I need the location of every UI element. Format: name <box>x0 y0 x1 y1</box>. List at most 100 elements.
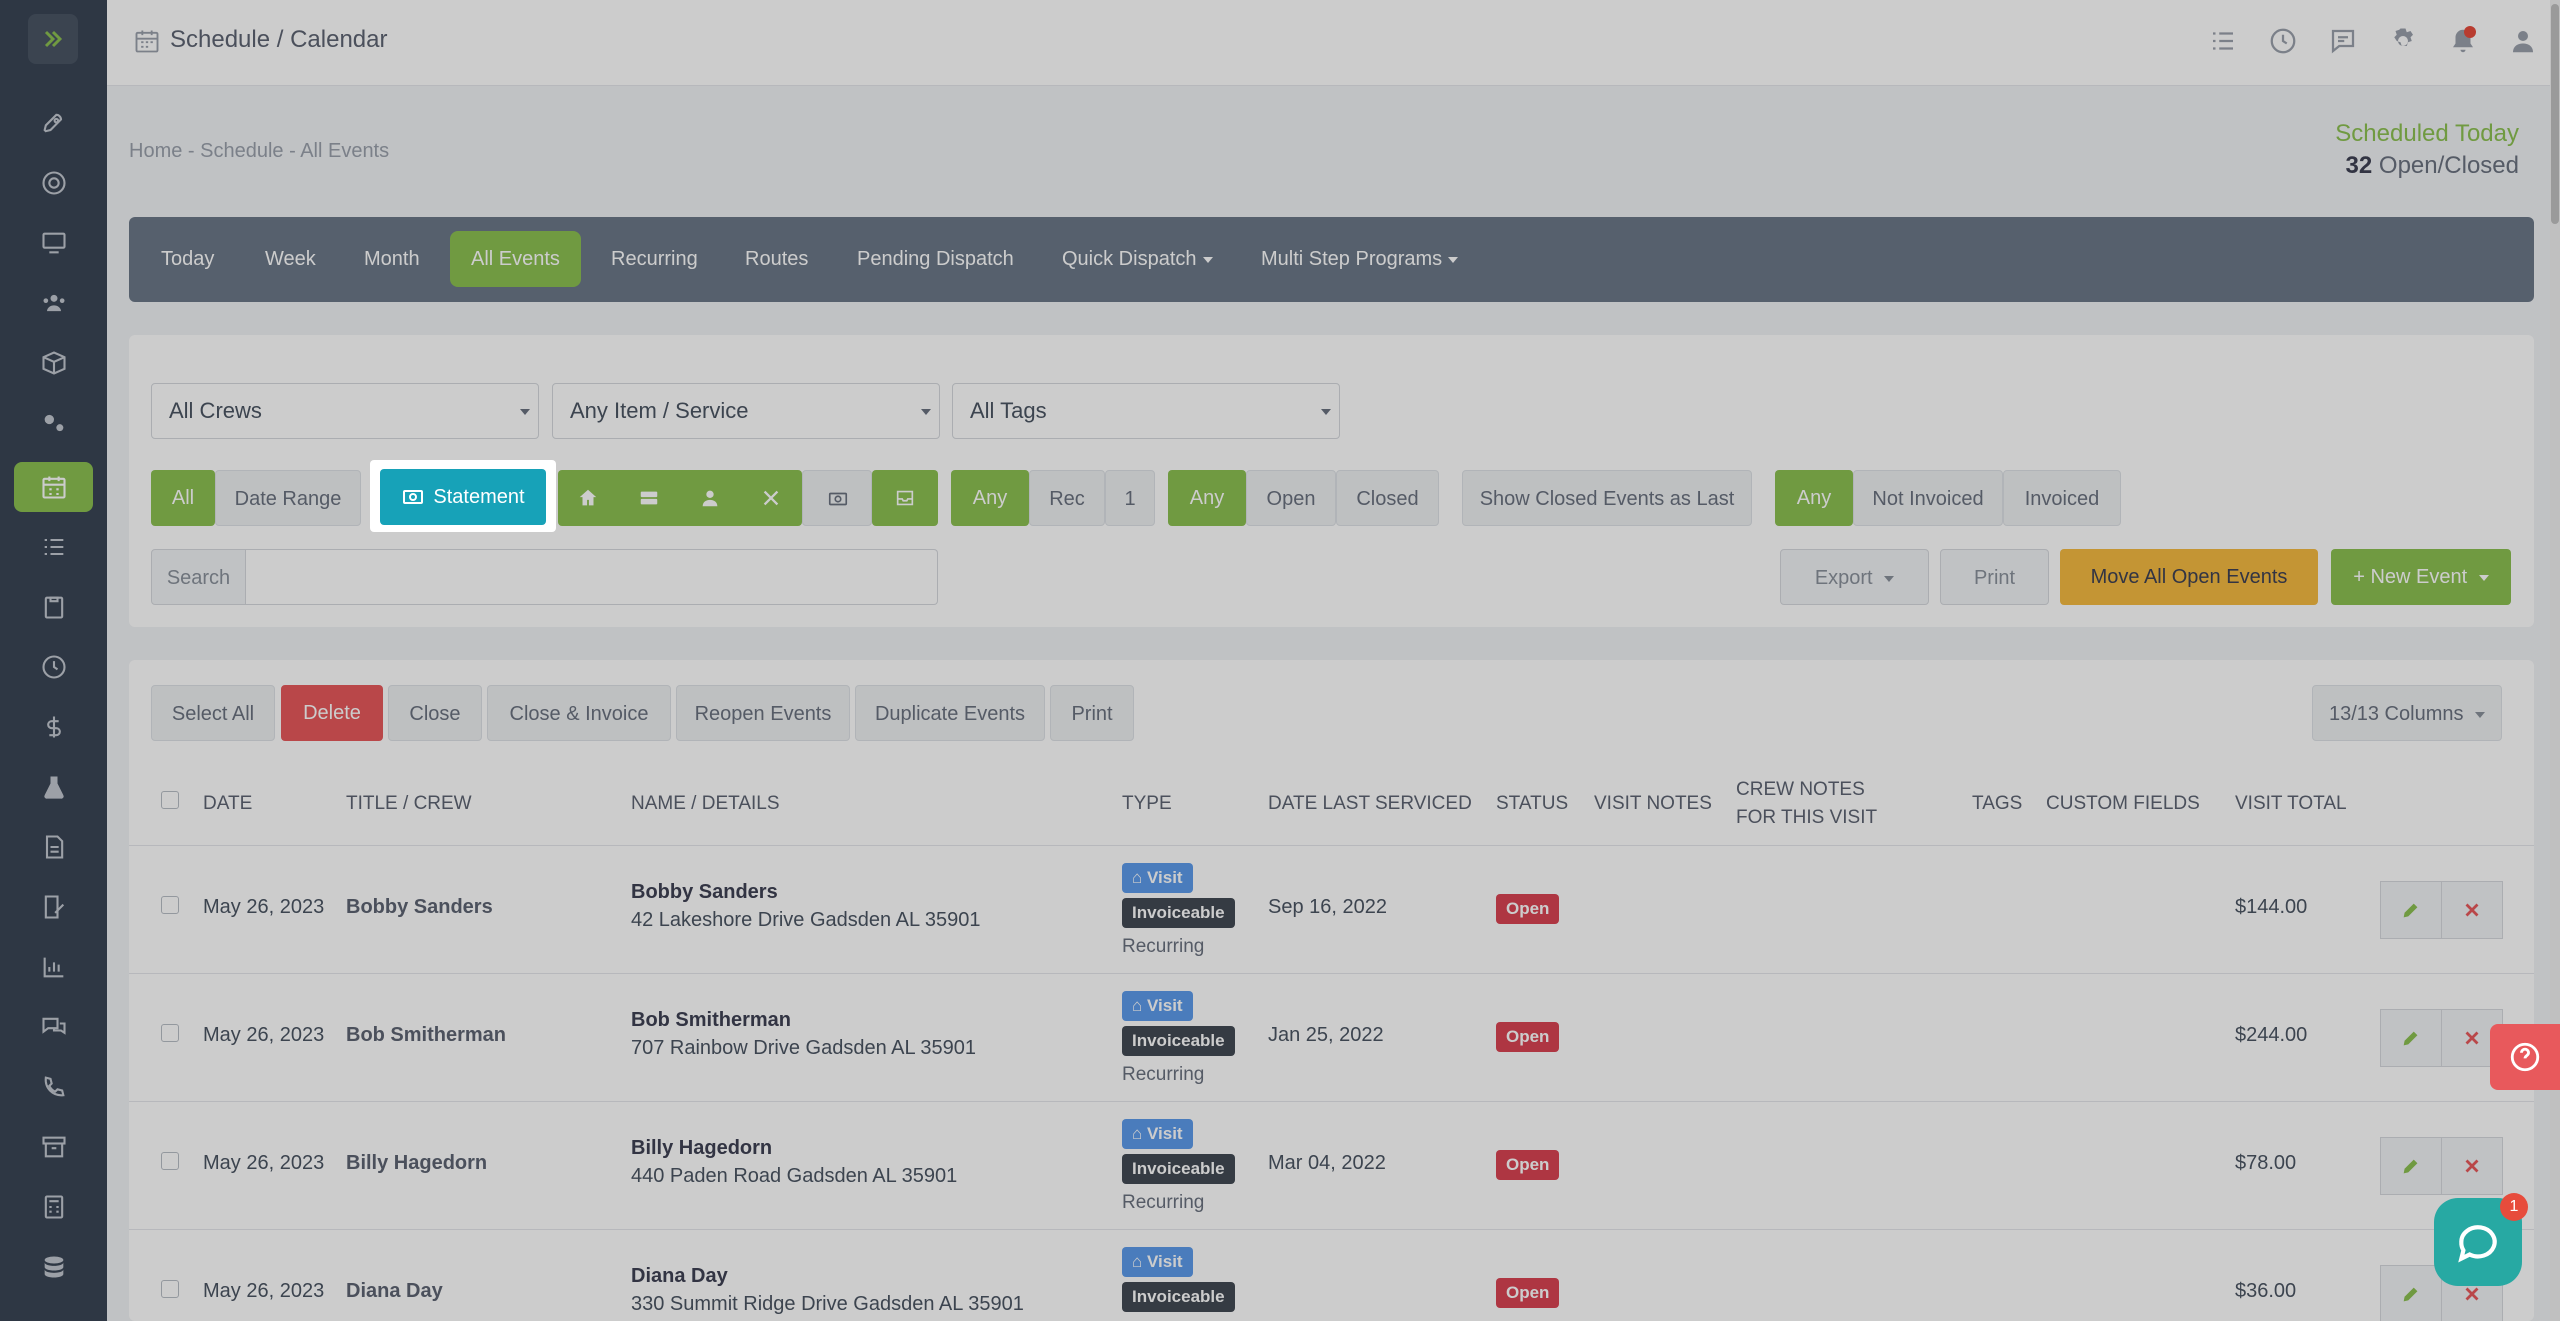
table-row[interactable]: May 26, 2023 Billy Hagedorn Billy Hagedo… <box>129 1101 2534 1229</box>
flask-icon[interactable] <box>14 762 93 812</box>
header-visit-total[interactable]: VISIT TOTAL <box>2235 790 2347 818</box>
rocket-icon[interactable] <box>14 98 93 148</box>
close-button[interactable]: Close <box>388 685 482 741</box>
row-crew[interactable]: Bobby Sanders <box>346 896 493 919</box>
status-closed-button[interactable]: Closed <box>1336 470 1439 526</box>
row-checkbox[interactable] <box>161 896 179 914</box>
rec-one-button[interactable]: 1 <box>1105 470 1155 526</box>
select-all-button[interactable]: Select All <box>151 685 275 741</box>
home-icon[interactable] <box>558 470 618 526</box>
database-icon[interactable] <box>14 1242 93 1292</box>
edit-button[interactable] <box>2380 1009 2442 1067</box>
calendar-icon[interactable] <box>14 462 93 512</box>
row-crew[interactable]: Diana Day <box>346 1280 443 1303</box>
not-invoiced-button[interactable]: Not Invoiced <box>1853 470 2003 526</box>
row-name[interactable]: Bobby Sanders <box>631 881 778 904</box>
status-any-button[interactable]: Any <box>1168 470 1246 526</box>
delete-row-button[interactable] <box>2441 1137 2503 1195</box>
status-open-button[interactable]: Open <box>1246 470 1336 526</box>
row-name[interactable]: Bob Smitherman <box>631 1009 791 1032</box>
tab-week[interactable]: Week <box>244 231 337 287</box>
delete-row-button[interactable] <box>2441 881 2503 939</box>
user-icon[interactable] <box>2508 26 2538 56</box>
gears-icon[interactable] <box>14 398 93 448</box>
item-service-select[interactable]: Any Item / Service <box>552 383 940 439</box>
monitor-icon[interactable] <box>14 218 93 268</box>
message-icon[interactable] <box>2328 26 2358 56</box>
header-tags[interactable]: TAGS <box>1972 790 2022 818</box>
tab-recurring[interactable]: Recurring <box>590 231 719 287</box>
show-closed-last-button[interactable]: Show Closed Events as Last <box>1462 470 1752 526</box>
checklist-icon[interactable] <box>14 522 93 572</box>
sign-document-icon[interactable] <box>14 882 93 932</box>
document-icon[interactable] <box>14 822 93 872</box>
calculator-icon[interactable] <box>14 1182 93 1232</box>
row-name[interactable]: Billy Hagedorn <box>631 1137 772 1160</box>
clock-icon[interactable] <box>14 642 93 692</box>
users-icon[interactable] <box>14 278 93 328</box>
invoice-any-button[interactable]: Any <box>1775 470 1853 526</box>
box-icon[interactable] <box>14 338 93 388</box>
date-range-button[interactable]: Date Range <box>215 470 361 526</box>
clipboard-icon[interactable] <box>14 582 93 632</box>
header-date-last-serviced[interactable]: DATE LAST SERVICED <box>1268 790 1472 818</box>
row-name[interactable]: Diana Day <box>631 1265 728 1288</box>
columns-button[interactable]: 13/13 Columns <box>2312 685 2502 741</box>
crews-select[interactable]: All Crews <box>151 383 539 439</box>
row-crew[interactable]: Bob Smitherman <box>346 1024 506 1047</box>
tools-icon[interactable] <box>741 470 801 526</box>
delete-button[interactable]: Delete <box>281 685 383 741</box>
sidebar-toggle-icon[interactable] <box>28 14 78 64</box>
history-icon[interactable] <box>2268 26 2298 56</box>
table-row[interactable]: May 26, 2023 Diana Day Diana Day 330 Sum… <box>129 1229 2534 1321</box>
tags-select[interactable]: All Tags <box>952 383 1340 439</box>
dollar-icon[interactable] <box>14 702 93 752</box>
close-invoice-button[interactable]: Close & Invoice <box>487 685 671 741</box>
print-filter-button[interactable]: Print <box>1940 549 2049 605</box>
header-name-details[interactable]: NAME / DETAILS <box>631 790 780 818</box>
scroll-thumb[interactable] <box>2551 4 2559 224</box>
inbox-filter-button[interactable] <box>872 470 938 526</box>
tab-pending-dispatch[interactable]: Pending Dispatch <box>836 231 1035 287</box>
move-all-open-events-button[interactable]: Move All Open Events <box>2060 549 2318 605</box>
rec-any-button[interactable]: Any <box>951 470 1029 526</box>
header-date[interactable]: DATE <box>203 790 252 818</box>
select-all-checkbox[interactable] <box>161 791 179 809</box>
phone-icon[interactable] <box>14 1062 93 1112</box>
person-icon[interactable] <box>680 470 740 526</box>
settings-icon[interactable] <box>2388 26 2418 56</box>
header-title-crew[interactable]: TITLE / CREW <box>346 790 472 818</box>
server-icon[interactable] <box>619 470 679 526</box>
help-button[interactable] <box>2490 1024 2560 1090</box>
reopen-events-button[interactable]: Reopen Events <box>676 685 850 741</box>
export-button[interactable]: Export <box>1780 549 1929 605</box>
chat-bubbles-icon[interactable] <box>14 1002 93 1052</box>
row-checkbox[interactable] <box>161 1280 179 1298</box>
edit-button[interactable] <box>2380 1137 2442 1195</box>
tab-multi-step-programs[interactable]: Multi Step Programs <box>1240 231 1479 287</box>
filter-all-button[interactable]: All <box>151 470 215 526</box>
tab-routes[interactable]: Routes <box>724 231 829 287</box>
search-input[interactable] <box>246 549 938 605</box>
rec-button[interactable]: Rec <box>1029 470 1105 526</box>
tab-all-events[interactable]: All Events <box>450 231 581 287</box>
row-checkbox[interactable] <box>161 1024 179 1042</box>
tab-month[interactable]: Month <box>343 231 441 287</box>
header-status[interactable]: STATUS <box>1496 790 1568 818</box>
tab-quick-dispatch[interactable]: Quick Dispatch <box>1041 231 1234 287</box>
cash-filter-button[interactable] <box>802 470 872 526</box>
header-crew-notes[interactable]: CREW NOTES FOR THIS VISIT <box>1736 776 1877 832</box>
archive-icon[interactable] <box>14 1122 93 1172</box>
new-event-button[interactable]: + New Event <box>2331 549 2511 605</box>
edit-button[interactable] <box>2380 1265 2442 1321</box>
header-visit-notes[interactable]: VISIT NOTES <box>1594 790 1712 818</box>
tab-today[interactable]: Today <box>140 231 235 287</box>
support-icon[interactable] <box>14 158 93 208</box>
table-row[interactable]: May 26, 2023 Bob Smitherman Bob Smitherm… <box>129 973 2534 1101</box>
print-bulk-button[interactable]: Print <box>1050 685 1134 741</box>
page-scrollbar[interactable] <box>2550 0 2560 1321</box>
duplicate-events-button[interactable]: Duplicate Events <box>855 685 1045 741</box>
edit-button[interactable] <box>2380 881 2442 939</box>
invoiced-button[interactable]: Invoiced <box>2003 470 2121 526</box>
notification-bell-icon[interactable] <box>2448 26 2478 56</box>
